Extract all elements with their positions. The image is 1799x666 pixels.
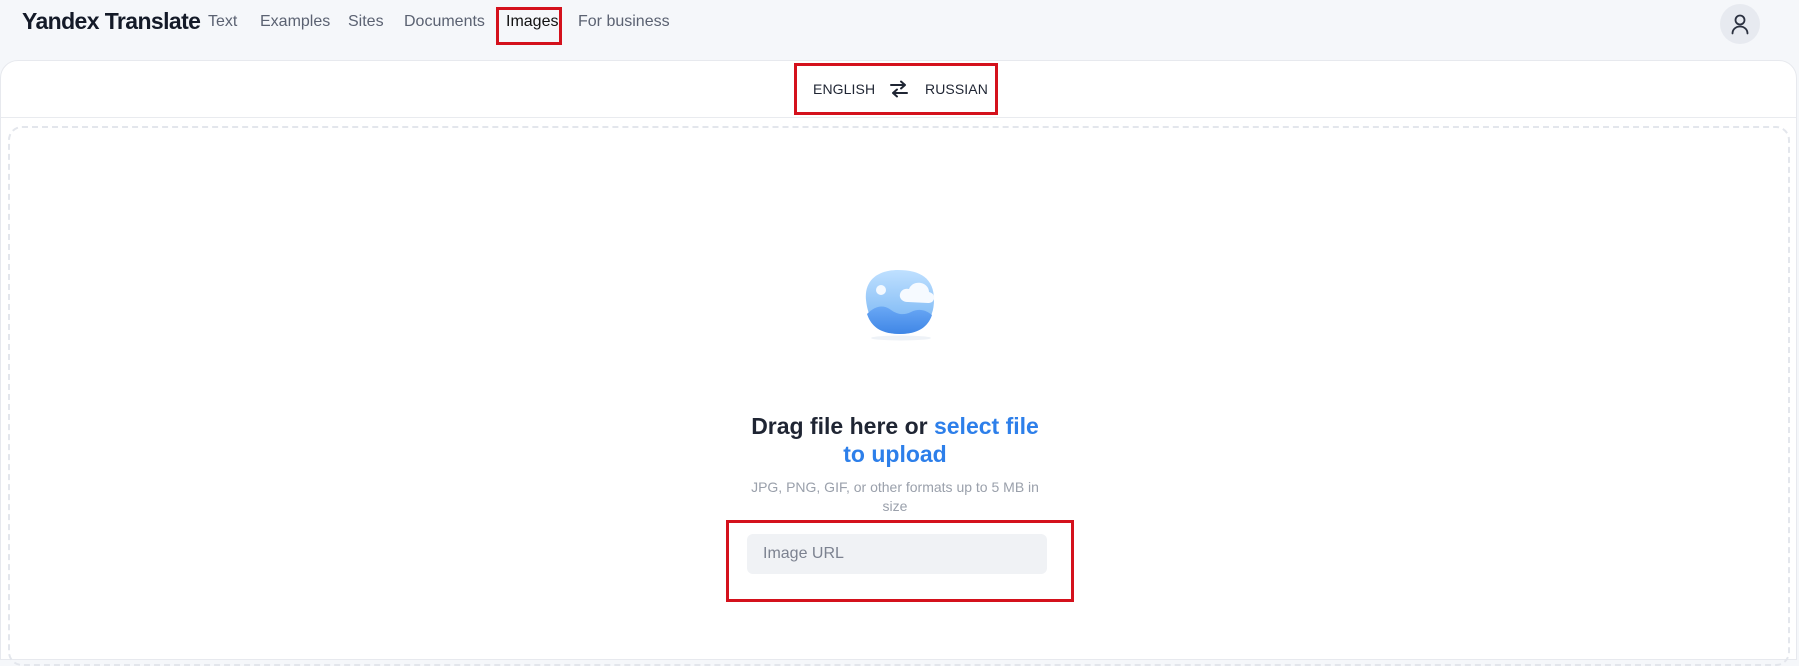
upload-hint: JPG, PNG, GIF, or other formats up to 5 … — [751, 479, 1039, 514]
language-bar-highlight — [794, 63, 998, 115]
logo[interactable]: Yandex Translate — [22, 8, 201, 35]
nav-examples[interactable]: Examples — [260, 13, 330, 31]
nav-sites[interactable]: Sites — [348, 13, 384, 31]
image-cloud-icon — [858, 262, 944, 346]
url-input-highlight — [726, 520, 1074, 602]
user-icon — [1731, 14, 1749, 35]
upload-headline: Drag file here or select file to upload — [740, 412, 1050, 468]
nav-text[interactable]: Text — [208, 13, 237, 31]
nav-for-business[interactable]: For business — [578, 13, 670, 31]
nav-documents[interactable]: Documents — [404, 13, 485, 31]
top-bar: Yandex Translate Text Examples Sites Doc… — [0, 0, 1799, 60]
nav-images-highlight — [496, 7, 562, 45]
upload-headline-text: Drag file here or — [751, 413, 928, 439]
user-avatar-button[interactable] — [1720, 4, 1760, 44]
